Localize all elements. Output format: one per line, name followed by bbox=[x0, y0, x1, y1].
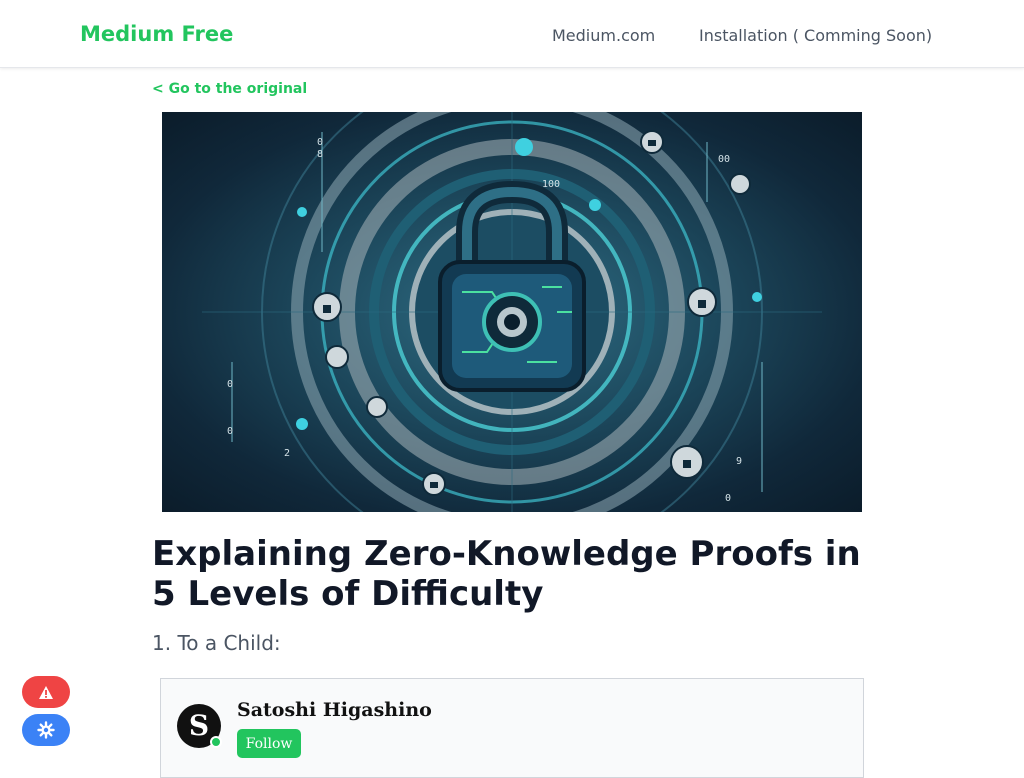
svg-text:0: 0 bbox=[317, 137, 323, 148]
top-navigation-bar: Medium Free Medium.com Installation ( Co… bbox=[0, 0, 1024, 68]
nav-link-installation[interactable]: Installation ( Comming Soon) bbox=[699, 26, 932, 45]
svg-text:2: 2 bbox=[284, 448, 290, 459]
report-button[interactable] bbox=[22, 676, 70, 708]
article-title: Explaining Zero-Knowledge Proofs in 5 Le… bbox=[152, 534, 861, 614]
svg-text:9: 9 bbox=[736, 456, 742, 467]
article-section-heading: 1. To a Child: bbox=[152, 631, 281, 655]
author-name[interactable]: Satoshi Higashino bbox=[237, 699, 432, 721]
brand-logo-link[interactable]: Medium Free bbox=[80, 22, 233, 46]
follow-button[interactable]: Follow bbox=[237, 729, 301, 758]
gear-icon bbox=[37, 721, 55, 739]
padlock-circuit-illustration: 0 8 00 0 0 2 9 0 100 bbox=[202, 112, 822, 512]
hero-image: 0 8 00 0 0 2 9 0 100 bbox=[162, 112, 862, 512]
nav-link-medium[interactable]: Medium.com bbox=[552, 26, 655, 45]
svg-text:100: 100 bbox=[542, 179, 560, 190]
svg-text:0: 0 bbox=[227, 426, 233, 437]
svg-text:00: 00 bbox=[718, 154, 730, 165]
svg-text:0: 0 bbox=[227, 379, 233, 390]
author-card: S Satoshi Higashino Follow bbox=[160, 678, 864, 778]
go-to-original-link[interactable]: < Go to the original bbox=[152, 81, 307, 97]
svg-text:0: 0 bbox=[725, 493, 731, 504]
online-status-indicator bbox=[210, 736, 222, 748]
warning-icon bbox=[39, 685, 53, 699]
svg-text:8: 8 bbox=[317, 149, 323, 160]
settings-button[interactable] bbox=[22, 714, 70, 746]
